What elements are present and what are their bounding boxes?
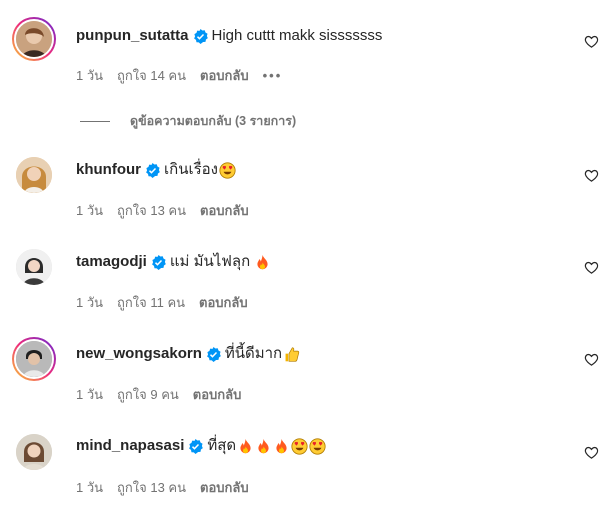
more-options-icon[interactable]: •••: [263, 68, 283, 84]
comment-likes[interactable]: ถูกใจ 9 คน: [117, 387, 179, 403]
divider-line: [80, 120, 110, 122]
fire-emoji: [258, 438, 269, 453]
comment-likes[interactable]: ถูกใจ 13 คน: [117, 480, 186, 496]
verified-badge-icon: [151, 254, 166, 270]
avatar[interactable]: [12, 153, 56, 197]
reply-button[interactable]: ตอบกลับ: [200, 203, 249, 219]
reply-button[interactable]: ตอบกลับ: [200, 68, 249, 84]
avatar-image: [16, 21, 52, 57]
heart-outline-icon[interactable]: [584, 352, 599, 367]
comment-time[interactable]: 1 วัน: [76, 387, 103, 403]
heart-outline-icon[interactable]: [584, 34, 599, 49]
comment-time[interactable]: 1 วัน: [76, 295, 103, 311]
comment-likes[interactable]: ถูกใจ 14 คน: [117, 68, 186, 84]
comment-text: เกินเรื่อง: [164, 161, 218, 178]
avatar-image: [16, 157, 52, 193]
fire-emoji: [257, 254, 268, 269]
heart-eyes-emoji: [219, 161, 236, 179]
avatar-image: [16, 341, 52, 377]
verified-badge-icon: [206, 346, 221, 362]
avatar-image: [16, 249, 52, 285]
avatar[interactable]: [12, 245, 56, 289]
username[interactable]: mind_napasasi: [76, 436, 184, 456]
comment-text: High cuttt makk sisssssss: [211, 27, 383, 44]
comment-likes[interactable]: ถูกใจ 11 คน: [117, 295, 185, 311]
username[interactable]: tamagodji: [76, 252, 147, 272]
verified-badge-icon: [146, 162, 160, 178]
username[interactable]: punpun_sutatta: [76, 26, 189, 46]
avatar-image: [16, 434, 52, 470]
view-replies-label: ดูข้อความตอบกลับ (3 รายการ): [130, 114, 297, 128]
reply-button[interactable]: ตอบกลับ: [200, 480, 249, 496]
comment-time[interactable]: 1 วัน: [76, 203, 103, 219]
comment-text: ที่นี้ดีมาก: [224, 345, 283, 362]
username[interactable]: khunfour: [76, 160, 141, 180]
comment-likes[interactable]: ถูกใจ 13 คน: [117, 203, 186, 219]
comment-text: แม่ มันไฟลุก: [169, 253, 251, 270]
comment-time[interactable]: 1 วัน: [76, 480, 103, 496]
avatar[interactable]: [12, 430, 56, 474]
view-replies-button[interactable]: ดูข้อความตอบกลับ (3 รายการ): [80, 111, 296, 131]
heart-eyes-emoji: [309, 437, 326, 455]
heart-outline-icon[interactable]: [584, 445, 599, 460]
username[interactable]: new_wongsakorn: [76, 344, 202, 364]
reply-button[interactable]: ตอบกลับ: [193, 387, 242, 403]
reply-button[interactable]: ตอบกลับ: [199, 295, 248, 311]
comment-text: ที่สุด: [207, 437, 237, 454]
fire-emoji: [276, 438, 287, 453]
heart-outline-icon[interactable]: [584, 260, 599, 275]
verified-badge-icon: [193, 28, 208, 44]
avatar[interactable]: [12, 337, 56, 381]
verified-badge-icon: [189, 438, 204, 454]
heart-outline-icon[interactable]: [584, 168, 599, 183]
avatar[interactable]: [12, 17, 56, 61]
comment-time[interactable]: 1 วัน: [76, 68, 103, 84]
heart-eyes-emoji: [291, 437, 308, 455]
fire-emoji: [240, 438, 251, 453]
thumbs-up-emoji: [285, 346, 300, 362]
